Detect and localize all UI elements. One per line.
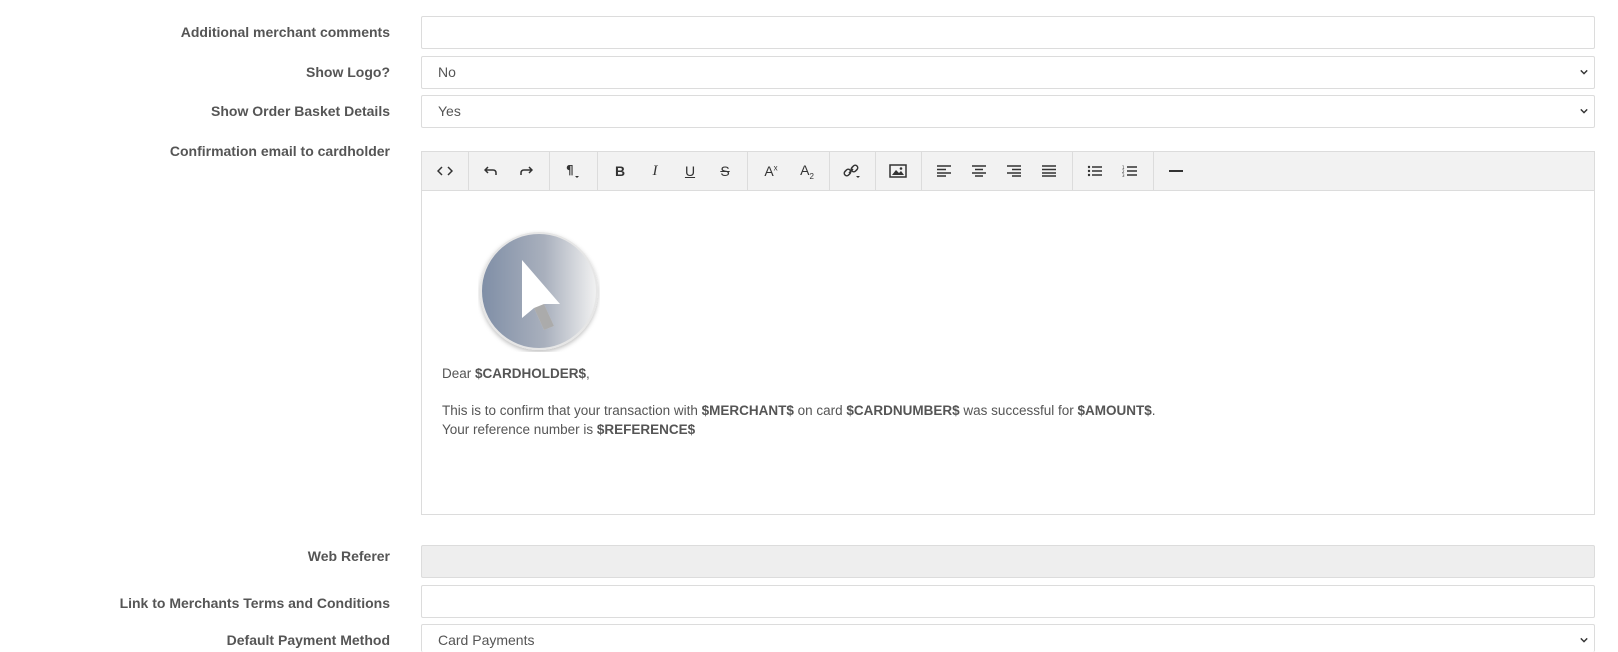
toolbar-separator: [875, 152, 876, 190]
confirmation-line: This is to confirm that your transaction…: [442, 403, 1156, 418]
web-referer-input: [421, 545, 1595, 578]
greeting-text: Dear: [442, 366, 476, 381]
bullet-list-icon: [1087, 165, 1102, 177]
numbered-list-button[interactable]: 1 2 3: [1115, 157, 1145, 185]
code-view-button[interactable]: [430, 157, 460, 185]
numbered-list-icon: 1 2 3: [1122, 165, 1137, 177]
web-referer-label: Web Referer: [307, 548, 390, 564]
paragraph-format-icon: ¶: [566, 163, 579, 178]
cardholder-token: $CARDHOLDER$: [475, 366, 587, 381]
show-basket-value: Yes: [438, 103, 461, 119]
terms-link-label: Link to Merchants Terms and Conditions: [119, 595, 390, 611]
toolbar-separator: [829, 152, 830, 190]
align-left-icon: [937, 165, 951, 177]
settings-form: Additional merchant comments Show Logo? …: [0, 0, 1618, 652]
bullet-list-button[interactable]: [1080, 157, 1110, 185]
show-logo-select[interactable]: No: [421, 56, 1595, 89]
editor-content[interactable]: Dear $CARDHOLDER$, This is to confirm th…: [442, 190, 1574, 514]
align-justify-button[interactable]: [1034, 157, 1064, 185]
show-logo-label: Show Logo?: [306, 64, 390, 80]
greeting-punctuation: ,: [586, 366, 590, 381]
amount-token: $AMOUNT$: [1077, 403, 1152, 418]
default-payment-label: Default Payment Method: [226, 632, 390, 648]
align-right-button[interactable]: [999, 157, 1029, 185]
horizontal-rule-button[interactable]: [1161, 157, 1191, 185]
toolbar-separator: [747, 152, 748, 190]
align-center-icon: [972, 165, 986, 177]
chevron-down-icon: [1580, 637, 1588, 643]
undo-icon: [484, 166, 497, 175]
additional-comments-input[interactable]: [421, 16, 1595, 49]
svg-text:¶: ¶: [566, 163, 574, 177]
toolbar-separator: [1072, 152, 1073, 190]
code-view-icon: [437, 166, 453, 176]
bold-button[interactable]: B: [605, 157, 635, 185]
align-justify-icon: [1042, 165, 1056, 177]
subscript-icon: A2: [800, 161, 814, 181]
confirmation-text: This is to confirm that your transaction…: [442, 403, 702, 418]
show-basket-select[interactable]: Yes: [421, 95, 1595, 128]
underline-button[interactable]: U: [675, 157, 705, 185]
confirmation-punctuation: .: [1151, 403, 1156, 418]
toolbar-separator: [597, 152, 598, 190]
insert-link-button[interactable]: [837, 157, 867, 185]
redo-icon: [520, 166, 533, 175]
show-logo-value: No: [438, 64, 456, 80]
terms-link-input[interactable]: [421, 585, 1595, 618]
greeting-line: Dear $CARDHOLDER$,: [442, 366, 590, 381]
link-icon: [843, 164, 860, 178]
align-right-icon: [1007, 165, 1021, 177]
image-icon: [889, 164, 907, 178]
reference-line: Your reference number is $REFERENCE$: [442, 422, 695, 437]
confirmation-text: on card: [793, 403, 847, 418]
reference-token: $REFERENCE$: [596, 422, 696, 437]
paragraph-format-button[interactable]: ¶: [558, 157, 588, 185]
toolbar-separator: [468, 152, 469, 190]
logo-image: [480, 232, 598, 350]
chevron-down-icon: [1580, 69, 1588, 75]
insert-image-button[interactable]: [883, 157, 913, 185]
horizontal-rule-icon: [1169, 170, 1183, 172]
toolbar-separator: [921, 152, 922, 190]
confirmation-text: was successful for: [959, 403, 1078, 418]
align-left-button[interactable]: [929, 157, 959, 185]
align-center-button[interactable]: [964, 157, 994, 185]
svg-text:3: 3: [1122, 173, 1125, 177]
underline-icon: U: [684, 163, 696, 179]
default-payment-value: Card Payments: [438, 632, 535, 648]
redo-button[interactable]: [511, 157, 541, 185]
strikethrough-button[interactable]: S: [710, 157, 740, 185]
superscript-icon: Ax: [764, 163, 778, 179]
editor-toolbar: ¶ B I U S Ax A2 1 2 3: [422, 152, 1594, 191]
confirmation-email-label: Confirmation email to cardholder: [169, 143, 390, 159]
italic-icon: I: [652, 162, 658, 179]
show-basket-label: Show Order Basket Details: [211, 103, 390, 119]
superscript-button[interactable]: Ax: [756, 157, 786, 185]
additional-comments-label: Additional merchant comments: [180, 24, 390, 40]
strikethrough-icon: S: [720, 163, 730, 179]
bold-icon: B: [614, 163, 626, 179]
default-payment-select[interactable]: Card Payments: [421, 624, 1595, 652]
toolbar-separator: [1153, 152, 1154, 190]
italic-button[interactable]: I: [640, 157, 670, 185]
toolbar-separator: [549, 152, 550, 190]
subscript-button[interactable]: A2: [792, 157, 822, 185]
confirmation-email-editor: ¶ B I U S Ax A2 1 2 3 Dear $CARDHOLDER$,…: [421, 151, 1595, 515]
merchant-token: $MERCHANT$: [701, 403, 794, 418]
undo-button[interactable]: [476, 157, 506, 185]
reference-text: Your reference number is: [442, 422, 597, 437]
cardnumber-token: $CARDNUMBER$: [846, 403, 960, 418]
chevron-down-icon: [1580, 108, 1588, 114]
